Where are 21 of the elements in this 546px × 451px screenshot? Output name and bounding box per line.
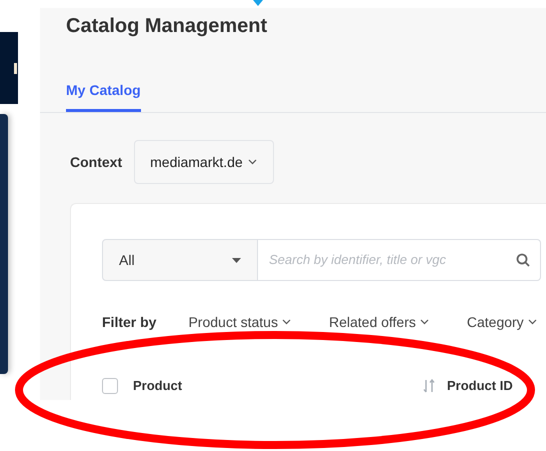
checkbox[interactable]	[102, 378, 118, 394]
column-header: Product	[133, 377, 182, 396]
marker-icon	[253, 0, 263, 6]
filter-dropdown[interactable]: Related offers	[328, 312, 429, 332]
chevron-down-icon	[528, 319, 537, 325]
search-field[interactable]: Search by identifier, title or vgc	[258, 239, 541, 281]
sort-icon[interactable]	[423, 379, 435, 393]
column-header: Product ID	[447, 377, 513, 396]
search-input[interactable]: Search by identifier, title or vgc	[269, 250, 516, 270]
filter-dropdown[interactable]: Category	[466, 312, 537, 332]
scope-select[interactable]: All	[102, 239, 258, 281]
page-title: Catalog Management	[66, 14, 268, 39]
chevron-down-icon	[248, 159, 257, 165]
chevron-down-icon	[420, 319, 429, 325]
context-label: Context	[70, 152, 122, 172]
search-icon	[516, 253, 530, 267]
context-dropdown[interactable]: mediamarkt.de	[134, 140, 274, 184]
caret-icon	[232, 258, 241, 262]
filter-dropdown[interactable]: Product status	[188, 312, 291, 332]
chevron-down-icon	[282, 319, 291, 325]
filter-label: Filter by	[102, 312, 156, 332]
